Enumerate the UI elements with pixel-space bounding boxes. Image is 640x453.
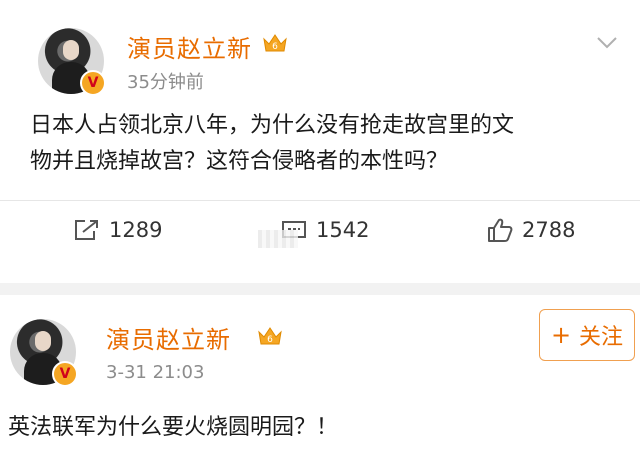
thumbs-up-icon	[488, 218, 513, 242]
crown-member-icon: 6	[258, 327, 282, 345]
weibo-post-1: V 演员赵立新 6 35分钟前 日本人占领北京八年，为什么没有抢走故宫里的文 物…	[0, 0, 640, 283]
author-name[interactable]: 演员赵立新	[127, 29, 252, 64]
post-time: 3-31 21:03	[106, 362, 205, 383]
follow-button[interactable]: + 关注	[539, 309, 635, 361]
comment-count: 1542	[316, 218, 370, 242]
post-content: 日本人占领北京八年，为什么没有抢走故宫里的文 物并且烧掉故宫？这符合侵略者的本性…	[30, 108, 514, 180]
post-text-line-1: 日本人占领北京八年，为什么没有抢走故宫里的文	[30, 113, 515, 138]
post-content: 英法联军为什么要火烧圆明园？！	[8, 410, 338, 446]
follow-label: 关注	[579, 325, 624, 350]
verified-badge-icon: V	[52, 361, 78, 387]
like-button[interactable]: 2788	[486, 215, 575, 245]
plus-icon: +	[550, 321, 572, 349]
like-count: 2788	[522, 218, 576, 242]
post-separator	[0, 283, 640, 295]
repost-count: 1289	[109, 218, 163, 242]
post-text-line-1: 英法联军为什么要火烧圆明园？！	[8, 415, 339, 440]
chevron-down-icon[interactable]	[596, 36, 618, 50]
verified-badge-icon: V	[80, 70, 106, 96]
share-icon	[75, 220, 98, 240]
svg-text:6: 6	[272, 42, 278, 52]
repost-button[interactable]: 1289	[73, 215, 162, 245]
author-name[interactable]: 演员赵立新	[106, 320, 231, 355]
avatar-face	[63, 40, 79, 60]
svg-text:6: 6	[267, 335, 273, 345]
avatar-face	[35, 331, 51, 351]
post-time: 35分钟前	[127, 72, 204, 93]
watermark-blur	[258, 230, 298, 248]
post-text-line-2: 物并且烧掉故宫？这符合侵略者的本性吗？	[30, 149, 449, 174]
divider	[0, 200, 640, 201]
crown-member-icon: 6	[263, 34, 287, 52]
